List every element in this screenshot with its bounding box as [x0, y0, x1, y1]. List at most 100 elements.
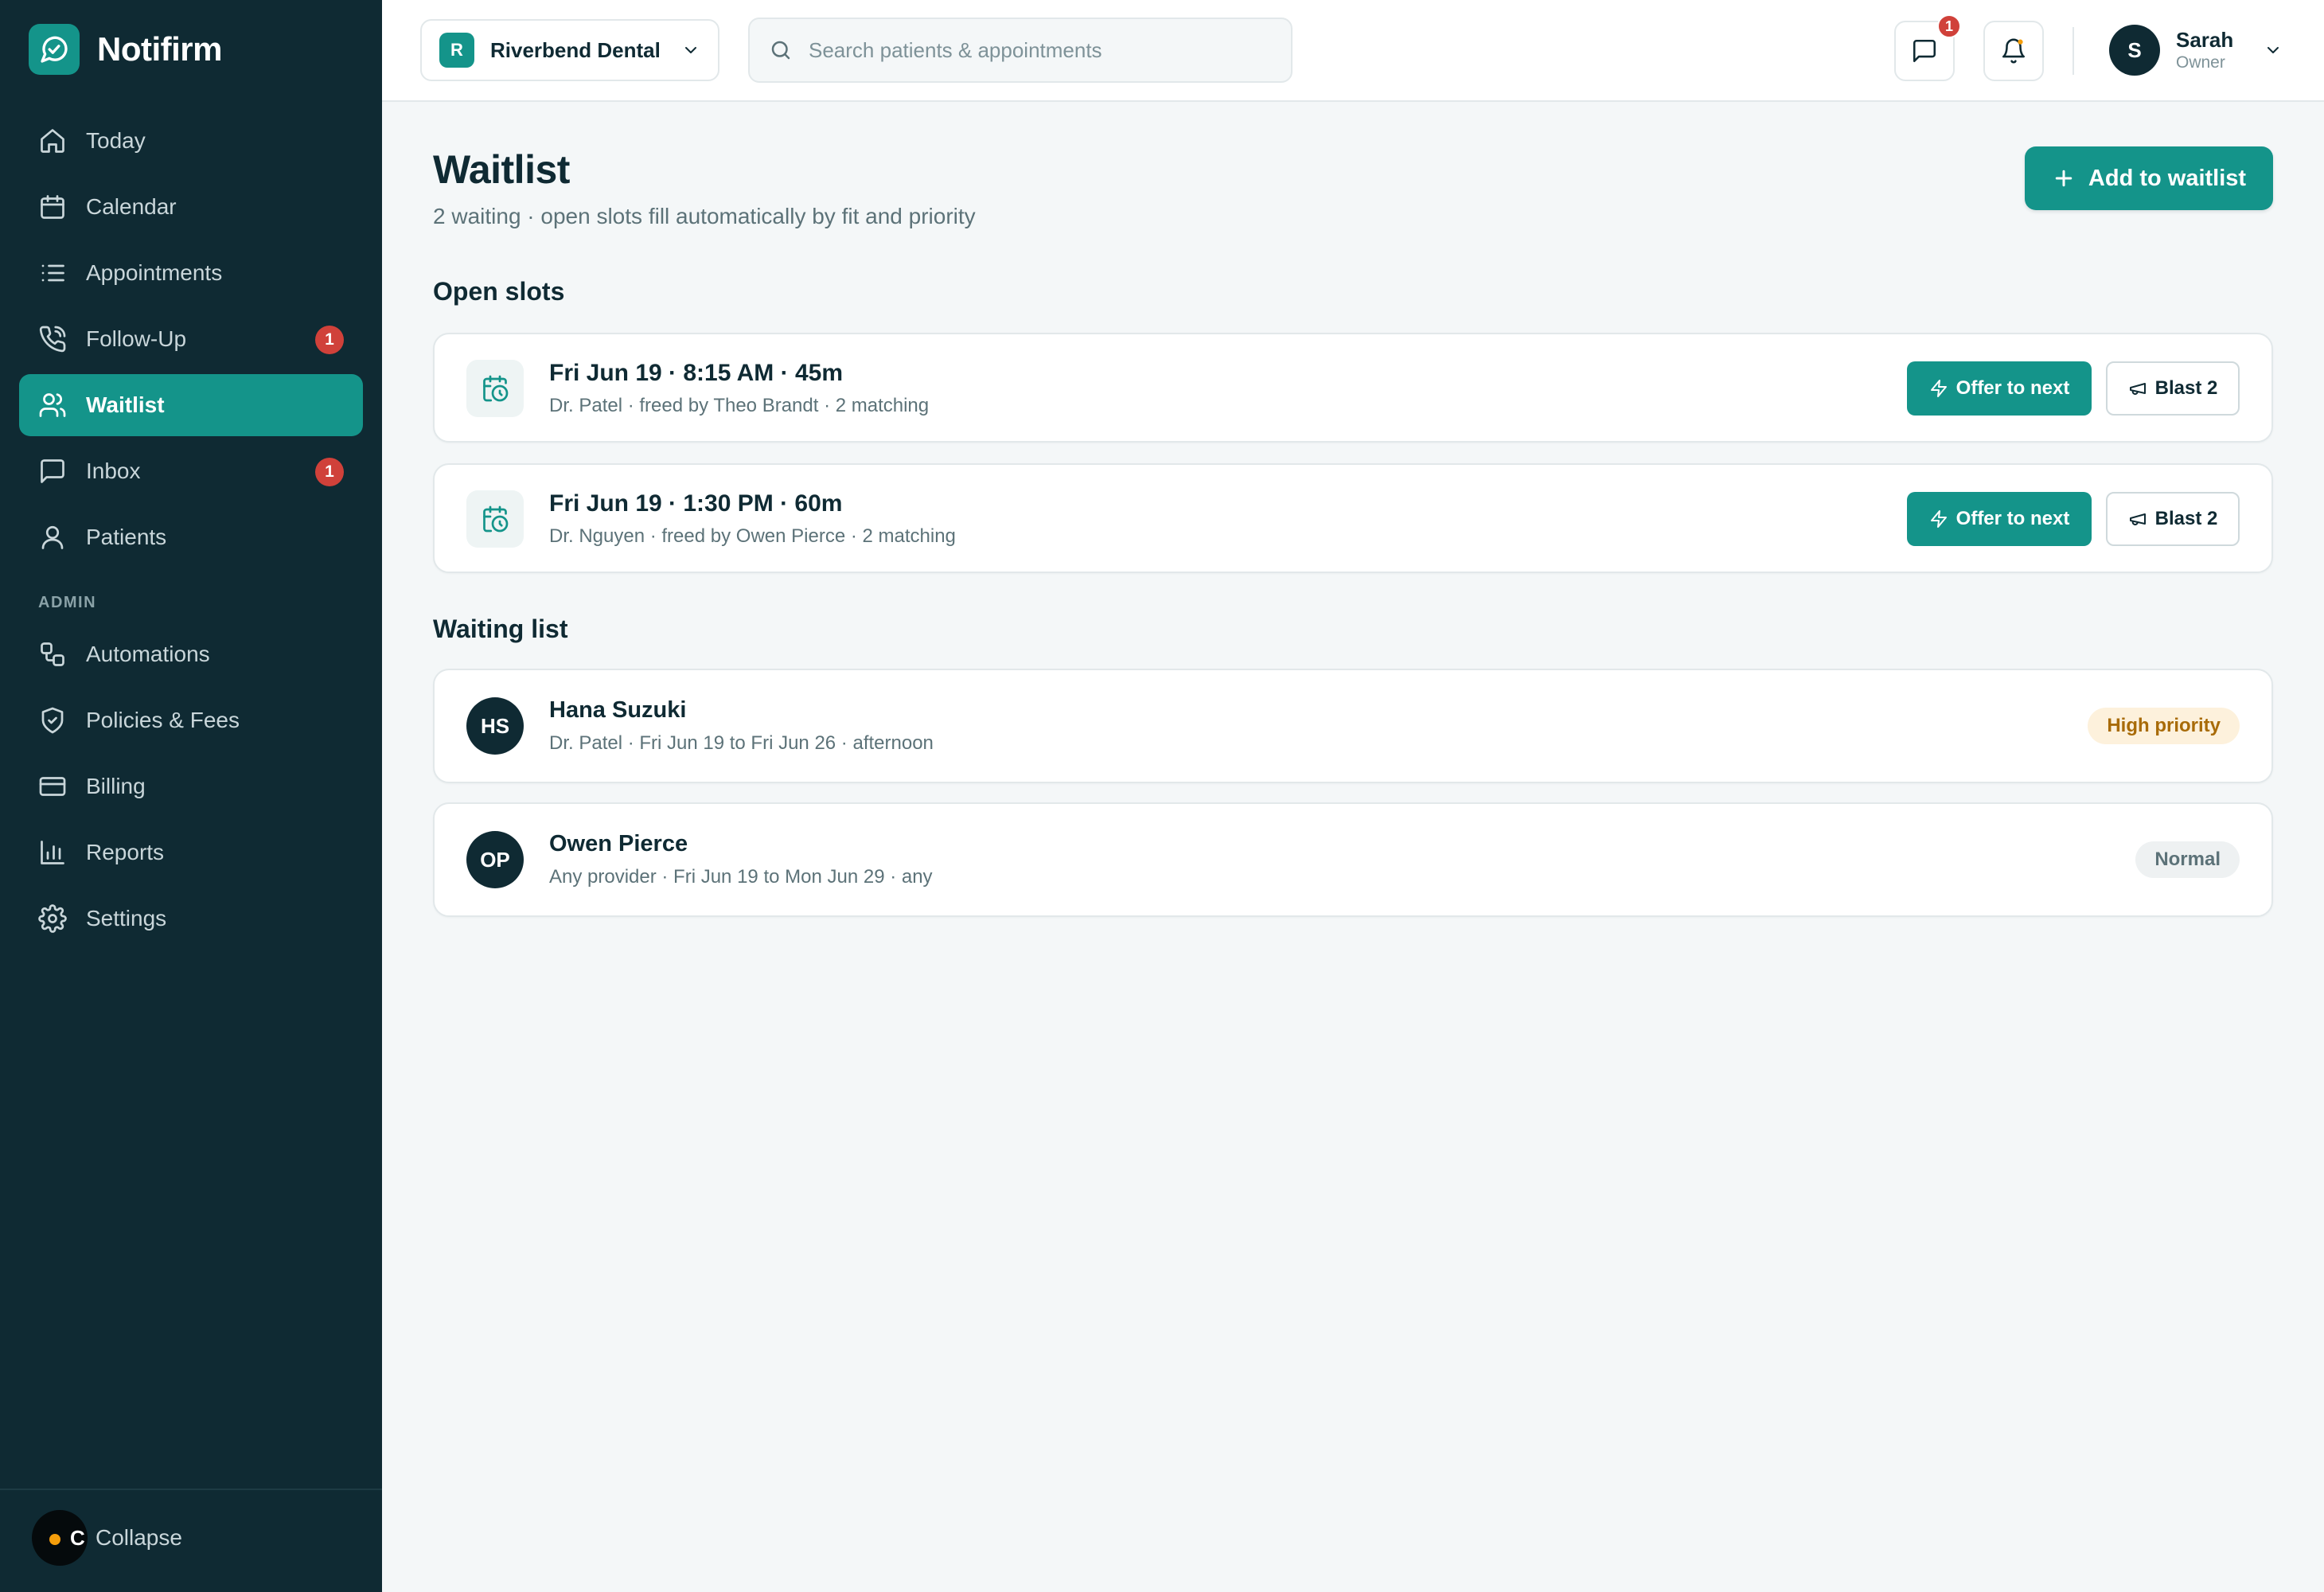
sidebar: Notifirm Today Calendar Appointments Fol… [0, 0, 382, 1592]
waiting-list-heading: Waiting list [433, 615, 568, 643]
offer-to-next-button[interactable]: Offer to next [1907, 492, 2092, 546]
slot-title: Fri Jun 19 · 8:15 AM · 45m [549, 360, 843, 386]
patient-name: Owen Pierce [549, 831, 688, 856]
collapse-avatar-icon: C [32, 1510, 88, 1566]
offer-to-next-label: Offer to next [1956, 508, 2070, 529]
phone-icon [39, 326, 66, 353]
brand-name: Notifirm [97, 30, 223, 68]
sidebar-nav: Today Calendar Appointments Follow-Up 1 … [19, 110, 363, 954]
sidebar-item-label: Billing [86, 774, 146, 798]
sidebar-item-inbox[interactable]: Inbox 1 [19, 440, 363, 502]
sidebar-item-label: Patients [86, 525, 167, 549]
bell-icon [2002, 38, 2026, 64]
home-icon [41, 129, 64, 153]
status-dot-icon [49, 1534, 60, 1545]
sidebar-item-label: Reports [86, 840, 165, 864]
avatar: OP [466, 831, 524, 888]
practice-switcher[interactable]: R Riverbend Dental [420, 19, 719, 81]
workflow-icon [41, 642, 64, 666]
sidebar-item-reports[interactable]: Reports [19, 821, 363, 884]
admin-section-label: ADMIN [38, 594, 97, 611]
chevron-down-icon [685, 47, 696, 53]
chevron-down-icon [2267, 47, 2279, 53]
slot-title: Fri Jun 19 · 1:30 PM · 60m [549, 490, 843, 517]
offer-to-next-button[interactable]: Offer to next [1907, 361, 2092, 416]
page-subtitle: 2 waiting · open slots fill automaticall… [433, 204, 976, 228]
sidebar-item-appointments[interactable]: Appointments [19, 242, 363, 304]
sidebar-item-waitlist[interactable]: Waitlist [19, 374, 363, 436]
users-icon [39, 393, 66, 417]
plus-icon [2055, 170, 2072, 187]
notifications-button[interactable] [1983, 21, 2044, 81]
waitlist-meta: Dr. Patel · Fri Jun 19 to Fri Jun 26 · a… [549, 732, 934, 754]
slot-meta: Dr. Patel · freed by Theo Brandt · 2 mat… [549, 395, 930, 416]
waitlist-entry[interactable]: OP Owen Pierce Any provider · Fri Jun 19… [433, 802, 2273, 917]
brand-logo-icon [29, 24, 80, 75]
slot-meta: Dr. Nguyen · freed by Owen Pierce · 2 ma… [549, 525, 956, 547]
waitlist-meta: Any provider · Fri Jun 19 to Mon Jun 29 … [549, 866, 933, 888]
sidebar-item-billing[interactable]: Billing [19, 755, 363, 817]
user-icon [41, 525, 64, 549]
megaphone-icon [2129, 383, 2146, 395]
sidebar-item-policies-fees[interactable]: Policies & Fees [19, 689, 363, 751]
sidebar-item-automations[interactable]: Automations [19, 623, 363, 685]
collapse-sidebar-button[interactable]: C Collapse [32, 1506, 182, 1570]
search-icon [771, 41, 790, 60]
megaphone-icon [2129, 513, 2146, 525]
open-slots-heading: Open slots [433, 277, 565, 306]
topbar: R Riverbend Dental 1 S Sarah Owner [382, 0, 2324, 102]
practice-avatar: R [439, 33, 474, 68]
patient-name: Hana Suzuki [549, 697, 687, 723]
follow-up-count-badge: 1 [315, 326, 344, 354]
user-info: Sarah Owner [2176, 27, 2233, 73]
sidebar-item-label: Follow-Up [86, 326, 187, 351]
sidebar-item-label: Calendar [86, 194, 177, 219]
sidebar-item-patients[interactable]: Patients [19, 506, 363, 568]
user-role: Owner [2176, 53, 2225, 72]
avatar: S [2109, 25, 2160, 76]
sidebar-item-settings[interactable]: Settings [19, 888, 363, 950]
credit-card-icon [39, 777, 66, 796]
calendar-clock-icon [466, 360, 524, 417]
waitlist-entry[interactable]: HS Hana Suzuki Dr. Patel · Fri Jun 19 to… [433, 669, 2273, 783]
blast-label: Blast 2 [2154, 377, 2218, 399]
collapse-label: Collapse [96, 1525, 182, 1550]
calendar-clock-icon [466, 490, 524, 548]
priority-badge: High priority [2088, 708, 2240, 744]
avatar: HS [466, 697, 524, 755]
topbar-divider [2072, 27, 2074, 75]
open-slot-card: Fri Jun 19 · 1:30 PM · 60m Dr. Nguyen · … [433, 463, 2273, 573]
collapse-letter: C [70, 1526, 85, 1550]
blast-label: Blast 2 [2154, 508, 2218, 529]
sidebar-item-label: Settings [86, 906, 167, 931]
list-icon [41, 264, 64, 282]
sidebar-item-today[interactable]: Today [19, 110, 363, 172]
add-to-waitlist-label: Add to waitlist [2088, 165, 2247, 191]
messages-count-badge: 1 [1937, 14, 1961, 38]
sidebar-item-label: Policies & Fees [86, 708, 240, 732]
messages-button[interactable]: 1 [1894, 14, 1961, 81]
sidebar-item-calendar[interactable]: Calendar [19, 176, 363, 238]
blast-button[interactable]: Blast 2 [2106, 492, 2240, 546]
brand[interactable]: Notifirm [29, 24, 223, 75]
open-slot-card: Fri Jun 19 · 8:15 AM · 45m Dr. Patel · f… [433, 333, 2273, 443]
priority-badge: Normal [2135, 841, 2240, 878]
gear-icon [38, 904, 67, 933]
practice-name: Riverbend Dental [490, 37, 661, 62]
page-title: Waitlist [433, 147, 570, 192]
sidebar-item-follow-up[interactable]: Follow-Up 1 [19, 308, 363, 370]
search-box[interactable] [748, 18, 1293, 83]
lightning-icon [1930, 380, 1947, 397]
shield-icon [41, 707, 64, 734]
user-menu[interactable]: S Sarah Owner [2109, 22, 2283, 78]
calendar-icon [41, 195, 64, 219]
sidebar-item-label: Today [86, 128, 146, 153]
sidebar-footer: C Collapse [0, 1489, 382, 1592]
search-input[interactable] [809, 37, 1272, 63]
sidebar-item-label: Automations [86, 642, 210, 666]
offer-to-next-label: Offer to next [1956, 377, 2070, 399]
inbox-count-badge: 1 [315, 458, 344, 486]
message-icon [41, 459, 64, 483]
blast-button[interactable]: Blast 2 [2106, 361, 2240, 416]
add-to-waitlist-button[interactable]: Add to waitlist [2025, 146, 2273, 210]
